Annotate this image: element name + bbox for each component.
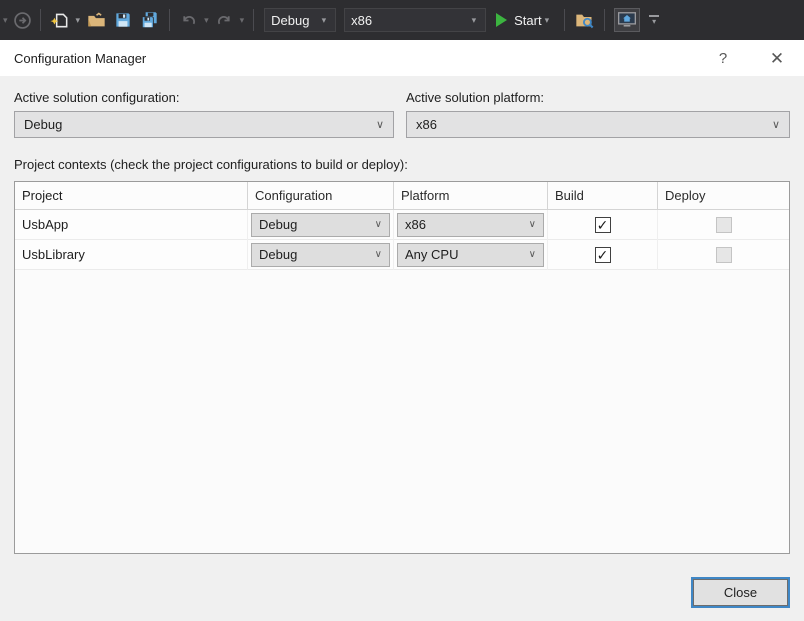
start-label: Start <box>514 13 541 28</box>
dropdown-value: Debug <box>259 217 297 232</box>
toolbar-separator <box>40 9 41 31</box>
chevron-down-icon[interactable]: ▾ <box>0 15 11 26</box>
find-in-files-icon[interactable] <box>571 6 598 34</box>
dropdown-value: Any CPU <box>405 247 458 262</box>
chevron-down-icon: ▾ <box>314 15 330 26</box>
close-button[interactable]: Close <box>691 577 790 608</box>
deploy-cell <box>658 240 789 270</box>
main-toolbar: ▾ ▾ ▾ ▾ Debug ▾ x86 <box>0 0 804 40</box>
chevron-down-icon: ∨ <box>529 249 536 260</box>
column-header-build[interactable]: Build <box>548 182 658 209</box>
chevron-down-icon[interactable]: ▾ <box>73 15 84 26</box>
platform-cell: Any CPU ∨ <box>394 240 548 270</box>
dropdown-value: Debug <box>24 117 62 132</box>
active-config-dropdown[interactable]: Debug ∨ <box>14 111 394 138</box>
configuration-cell: Debug ∨ <box>248 210 394 240</box>
dropdown-value: x86 <box>416 117 437 132</box>
save-all-icon[interactable] <box>136 6 163 34</box>
build-checkbox[interactable]: ✓ <box>595 217 611 233</box>
start-debugging-button[interactable]: Start ▾ <box>496 13 552 28</box>
row-platform-dropdown[interactable]: x86 ∨ <box>397 213 544 237</box>
build-cell: ✓ <box>548 210 658 240</box>
dropdown-value: Debug <box>259 247 297 262</box>
chevron-down-icon: ∨ <box>772 118 780 131</box>
toolbar-separator <box>604 9 605 31</box>
web-browser-toggle[interactable] <box>614 8 640 32</box>
chevron-down-icon: ∨ <box>375 249 382 260</box>
new-project-icon[interactable] <box>47 6 73 34</box>
save-icon[interactable] <box>110 6 136 34</box>
column-header-deploy[interactable]: Deploy <box>658 182 789 209</box>
configuration-cell: Debug ∨ <box>248 240 394 270</box>
toolbar-separator <box>564 9 565 31</box>
project-name-cell: UsbLibrary <box>15 240 248 270</box>
deploy-checkbox <box>716 217 732 233</box>
dialog-title: Configuration Manager <box>0 51 146 66</box>
navigate-forward-icon[interactable] <box>11 6 34 34</box>
app-window: ▾ ▾ ▾ ▾ Debug ▾ x86 <box>0 0 804 621</box>
grid-header-row: Project Configuration Platform Build Dep… <box>15 182 789 210</box>
open-file-icon[interactable] <box>83 6 110 34</box>
chevron-down-icon: ▾ <box>464 15 480 26</box>
chevron-down-icon[interactable]: ▾ <box>542 15 553 26</box>
build-cell: ✓ <box>548 240 658 270</box>
solution-configuration-dropdown[interactable]: Debug ▾ <box>264 8 336 32</box>
close-icon[interactable]: ✕ <box>764 47 790 71</box>
redo-icon[interactable] <box>212 6 237 34</box>
platform-cell: x86 ∨ <box>394 210 548 240</box>
build-checkbox[interactable]: ✓ <box>595 247 611 263</box>
play-icon <box>496 13 507 27</box>
chevron-down-icon: ∨ <box>375 219 382 230</box>
row-platform-dropdown[interactable]: Any CPU ∨ <box>397 243 544 267</box>
chevron-down-icon[interactable]: ▾ <box>237 15 248 26</box>
dropdown-value: Debug <box>271 13 309 28</box>
table-row: UsbLibrary Debug ∨ Any CPU ∨ ✓ <box>15 240 789 270</box>
toolbar-separator <box>169 9 170 31</box>
project-name-cell: UsbApp <box>15 210 248 240</box>
chevron-down-icon: ▾ <box>652 19 656 25</box>
toolbar-overflow-button[interactable]: ▾ <box>649 15 659 25</box>
dialog-titlebar: Configuration Manager ? ✕ <box>0 40 804 76</box>
project-contexts-grid: Project Configuration Platform Build Dep… <box>14 181 790 554</box>
deploy-cell <box>658 210 789 240</box>
dropdown-value: x86 <box>351 13 372 28</box>
dropdown-value: x86 <box>405 217 426 232</box>
row-configuration-dropdown[interactable]: Debug ∨ <box>251 243 390 267</box>
solution-platform-dropdown[interactable]: x86 ▾ <box>344 8 486 32</box>
undo-icon[interactable] <box>176 6 201 34</box>
toolbar-separator <box>253 9 254 31</box>
row-configuration-dropdown[interactable]: Debug ∨ <box>251 213 390 237</box>
project-contexts-label: Project contexts (check the project conf… <box>14 157 408 172</box>
column-header-platform[interactable]: Platform <box>394 182 548 209</box>
column-header-configuration[interactable]: Configuration <box>248 182 394 209</box>
help-button[interactable]: ? <box>710 48 736 70</box>
active-platform-dropdown[interactable]: x86 ∨ <box>406 111 790 138</box>
column-header-project[interactable]: Project <box>15 182 248 209</box>
deploy-checkbox <box>716 247 732 263</box>
active-config-label: Active solution configuration: <box>14 90 179 105</box>
chevron-down-icon[interactable]: ▾ <box>201 15 212 26</box>
configuration-manager-dialog: Configuration Manager ? ✕ Active solutio… <box>0 40 804 621</box>
table-row: UsbApp Debug ∨ x86 ∨ ✓ <box>15 210 789 240</box>
active-platform-label: Active solution platform: <box>406 90 544 105</box>
chevron-down-icon: ∨ <box>376 118 384 131</box>
chevron-down-icon: ∨ <box>529 219 536 230</box>
